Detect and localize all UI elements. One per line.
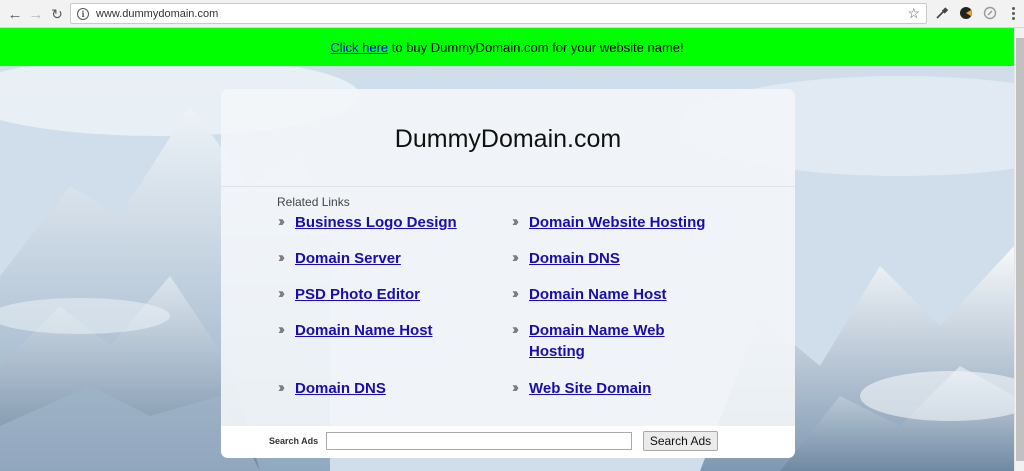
- related-link[interactable]: ›› Domain Name Host: [278, 320, 480, 341]
- search-input[interactable]: [326, 432, 632, 450]
- browser-toolbar: ← → ↻ i www.dummydomain.com ☆: [0, 0, 1024, 28]
- chevron-right-icon: ››: [278, 213, 285, 230]
- chevron-right-icon: ››: [512, 321, 519, 338]
- page-scrollbar[interactable]: [1014, 28, 1024, 471]
- chevron-right-icon: ››: [278, 285, 285, 302]
- search-ads-label: Search Ads: [269, 436, 319, 446]
- related-link[interactable]: ›› Domain Name Host: [512, 284, 714, 305]
- forward-icon[interactable]: →: [25, 3, 47, 25]
- related-link-label[interactable]: Domain Server: [295, 248, 480, 269]
- scroll-thumb[interactable]: [1016, 38, 1024, 461]
- related-links-label: Related Links: [277, 195, 350, 209]
- related-link[interactable]: ›› Domain Name Web Hosting: [512, 320, 689, 362]
- related-link-label[interactable]: Domain DNS: [295, 378, 480, 399]
- banner-text: to buy DummyDomain.com for your website …: [388, 39, 684, 55]
- chevron-right-icon: ››: [278, 249, 285, 266]
- compass-icon[interactable]: [982, 5, 998, 21]
- related-link[interactable]: ›› Domain DNS: [278, 378, 480, 399]
- related-link-label[interactable]: Domain Name Host: [529, 284, 714, 305]
- chevron-right-icon: ››: [278, 321, 285, 338]
- related-link-label[interactable]: Domain Name Web Hosting: [529, 320, 689, 362]
- url-text[interactable]: www.dummydomain.com: [96, 8, 218, 20]
- chevron-right-icon: ››: [512, 249, 519, 266]
- related-link-label[interactable]: Domain DNS: [529, 248, 714, 269]
- star-icon[interactable]: ☆: [907, 5, 920, 22]
- address-bar[interactable]: i www.dummydomain.com ☆: [70, 3, 927, 24]
- related-link[interactable]: ›› PSD Photo Editor: [278, 284, 480, 305]
- related-link-label[interactable]: Domain Name Host: [295, 320, 480, 341]
- back-icon[interactable]: ←: [4, 3, 26, 25]
- page-title: DummyDomain.com: [394, 125, 622, 153]
- related-link[interactable]: ›› Domain Website Hosting: [512, 212, 714, 233]
- related-link-label[interactable]: Web Site Domain: [529, 378, 714, 399]
- divider: [221, 186, 795, 187]
- content-panel: DummyDomain.com Related Links ›› Busines…: [221, 89, 795, 458]
- related-link[interactable]: ›› Business Logo Design: [278, 212, 480, 233]
- related-link[interactable]: ›› Web Site Domain: [512, 378, 714, 399]
- reload-icon[interactable]: ↻: [46, 3, 68, 25]
- related-link[interactable]: ›› Domain Server: [278, 248, 480, 269]
- related-link-label[interactable]: PSD Photo Editor: [295, 284, 480, 305]
- chevron-right-icon: ››: [512, 213, 519, 230]
- related-link-label[interactable]: Domain Website Hosting: [529, 212, 714, 233]
- related-link[interactable]: ›› Domain DNS: [512, 248, 714, 269]
- search-ads-button[interactable]: Search Ads: [643, 431, 718, 451]
- promo-banner: Click here to buy DummyDomain.com for yo…: [0, 28, 1014, 66]
- extension-icon[interactable]: [958, 5, 974, 21]
- chevron-right-icon: ››: [512, 379, 519, 396]
- click-here-link[interactable]: Click here: [330, 40, 388, 55]
- menu-icon[interactable]: [1005, 5, 1021, 21]
- search-ads-bar: Search Ads Search Ads: [221, 426, 795, 458]
- related-link-label[interactable]: Business Logo Design: [295, 212, 480, 233]
- chevron-right-icon: ››: [512, 285, 519, 302]
- eyedropper-icon[interactable]: [934, 5, 950, 21]
- chevron-right-icon: ››: [278, 379, 285, 396]
- info-icon[interactable]: i: [77, 7, 89, 20]
